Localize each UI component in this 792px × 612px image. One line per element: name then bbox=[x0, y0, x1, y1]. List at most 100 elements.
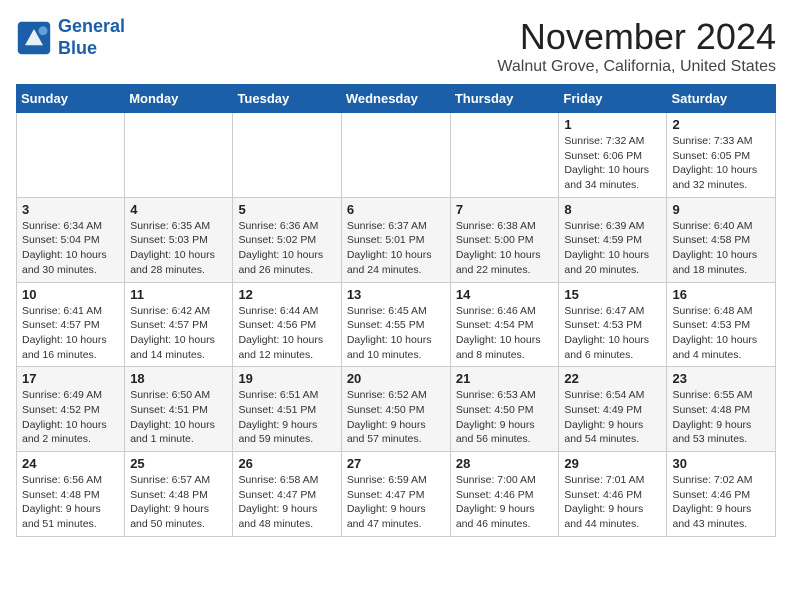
calendar-cell: 10 Sunrise: 6:41 AM Sunset: 4:57 PM Dayli… bbox=[17, 282, 125, 367]
day-number: 2 bbox=[672, 117, 770, 132]
location-title: Walnut Grove, California, United States bbox=[497, 58, 776, 76]
day-number: 20 bbox=[347, 371, 445, 386]
calendar-cell: 5Sunrise: 6:36 AM Sunset: 5:02 PM Daylig… bbox=[233, 197, 341, 282]
calendar-cell: 11Sunrise: 6:42 AM Sunset: 4:57 PM Dayli… bbox=[125, 282, 233, 367]
day-info: Sunrise: 6:47 AM Sunset: 4:53 PM Dayligh… bbox=[564, 304, 661, 363]
calendar-cell: 30 Sunrise: 7:02 AM Sunset: 4:46 PM Dayli… bbox=[667, 452, 776, 537]
day-info: Sunrise: 7:01 AM Sunset: 4:46 PM Dayligh… bbox=[564, 473, 661, 532]
day-number: 13 bbox=[347, 287, 445, 302]
day-number: 16 bbox=[672, 287, 770, 302]
day-info: Sunrise: 6:53 AM Sunset: 4:50 PM Dayligh… bbox=[456, 388, 554, 447]
day-number: 1 bbox=[564, 117, 661, 132]
day-number: 28 bbox=[456, 456, 554, 471]
title-block: November 2024 Walnut Grove, California, … bbox=[497, 16, 776, 76]
calendar-cell: 12 Sunrise: 6:44 AM Sunset: 4:56 PM Dayli… bbox=[233, 282, 341, 367]
day-number: 4 bbox=[130, 202, 227, 217]
calendar-cell bbox=[125, 113, 233, 198]
weekday-header-tuesday: Tuesday bbox=[233, 85, 341, 113]
header: General Blue November 2024 Walnut Grove,… bbox=[16, 16, 776, 76]
day-info: Sunrise: 6:40 AM Sunset: 4:58 PM Dayligh… bbox=[672, 219, 770, 278]
calendar-cell bbox=[17, 113, 125, 198]
day-info: Sunrise: 6:38 AM Sunset: 5:00 PM Dayligh… bbox=[456, 219, 554, 278]
calendar-cell: 4 Sunrise: 6:35 AM Sunset: 5:03 PM Daylig… bbox=[125, 197, 233, 282]
day-number: 24 bbox=[22, 456, 119, 471]
day-info: Sunrise: 6:57 AM Sunset: 4:48 PM Dayligh… bbox=[130, 473, 227, 532]
day-number: 5 bbox=[238, 202, 335, 217]
day-info: Sunrise: 6:52 AM Sunset: 4:50 PM Dayligh… bbox=[347, 388, 445, 447]
day-info: Sunrise: 6:48 AM Sunset: 4:53 PM Dayligh… bbox=[672, 304, 770, 363]
calendar-cell: 15 Sunrise: 6:47 AM Sunset: 4:53 PM Dayli… bbox=[559, 282, 667, 367]
day-number: 30 bbox=[672, 456, 770, 471]
day-number: 19 bbox=[238, 371, 335, 386]
week-row-5: 24 Sunrise: 6:56 AM Sunset: 4:48 PM Dayli… bbox=[17, 452, 776, 537]
weekday-header-wednesday: Wednesday bbox=[341, 85, 450, 113]
week-row-2: 3 Sunrise: 6:34 AM Sunset: 5:04 PM Daylig… bbox=[17, 197, 776, 282]
logo: General Blue bbox=[16, 16, 125, 59]
logo-text: General Blue bbox=[58, 16, 125, 59]
day-number: 29 bbox=[564, 456, 661, 471]
calendar-cell: 17 Sunrise: 6:49 AM Sunset: 4:52 PM Dayli… bbox=[17, 367, 125, 452]
day-info: Sunrise: 6:55 AM Sunset: 4:48 PM Dayligh… bbox=[672, 388, 770, 447]
day-info: Sunrise: 6:37 AM Sunset: 5:01 PM Dayligh… bbox=[347, 219, 445, 278]
day-info: Sunrise: 6:45 AM Sunset: 4:55 PM Dayligh… bbox=[347, 304, 445, 363]
day-number: 10 bbox=[22, 287, 119, 302]
day-number: 9 bbox=[672, 202, 770, 217]
calendar-cell: 20 Sunrise: 6:52 AM Sunset: 4:50 PM Dayli… bbox=[341, 367, 450, 452]
day-number: 12 bbox=[238, 287, 335, 302]
calendar-cell: 3 Sunrise: 6:34 AM Sunset: 5:04 PM Daylig… bbox=[17, 197, 125, 282]
calendar-cell: 16 Sunrise: 6:48 AM Sunset: 4:53 PM Dayli… bbox=[667, 282, 776, 367]
calendar-cell: 29 Sunrise: 7:01 AM Sunset: 4:46 PM Dayli… bbox=[559, 452, 667, 537]
day-number: 7 bbox=[456, 202, 554, 217]
day-number: 15 bbox=[564, 287, 661, 302]
weekday-header-saturday: Saturday bbox=[667, 85, 776, 113]
day-info: Sunrise: 6:34 AM Sunset: 5:04 PM Dayligh… bbox=[22, 219, 119, 278]
calendar-cell: 25 Sunrise: 6:57 AM Sunset: 4:48 PM Dayli… bbox=[125, 452, 233, 537]
calendar-cell: 19 Sunrise: 6:51 AM Sunset: 4:51 PM Dayli… bbox=[233, 367, 341, 452]
weekday-header-monday: Monday bbox=[125, 85, 233, 113]
calendar-cell: 1 Sunrise: 7:32 AM Sunset: 6:06 PM Daylig… bbox=[559, 113, 667, 198]
calendar-cell: 7 Sunrise: 6:38 AM Sunset: 5:00 PM Daylig… bbox=[450, 197, 559, 282]
day-info: Sunrise: 6:41 AM Sunset: 4:57 PM Dayligh… bbox=[22, 304, 119, 363]
day-info: Sunrise: 7:02 AM Sunset: 4:46 PM Dayligh… bbox=[672, 473, 770, 532]
calendar-cell: 26 Sunrise: 6:58 AM Sunset: 4:47 PM Dayli… bbox=[233, 452, 341, 537]
calendar-cell bbox=[450, 113, 559, 198]
day-info: Sunrise: 6:58 AM Sunset: 4:47 PM Dayligh… bbox=[238, 473, 335, 532]
week-row-1: 1 Sunrise: 7:32 AM Sunset: 6:06 PM Daylig… bbox=[17, 113, 776, 198]
day-number: 14 bbox=[456, 287, 554, 302]
day-number: 11 bbox=[130, 287, 227, 302]
calendar-cell: 22Sunrise: 6:54 AM Sunset: 4:49 PM Dayli… bbox=[559, 367, 667, 452]
day-number: 3 bbox=[22, 202, 119, 217]
weekday-header-row: SundayMondayTuesdayWednesdayThursdayFrid… bbox=[17, 85, 776, 113]
day-info: Sunrise: 6:51 AM Sunset: 4:51 PM Dayligh… bbox=[238, 388, 335, 447]
calendar-cell: 14Sunrise: 6:46 AM Sunset: 4:54 PM Dayli… bbox=[450, 282, 559, 367]
calendar-cell bbox=[341, 113, 450, 198]
calendar-cell: 6 Sunrise: 6:37 AM Sunset: 5:01 PM Daylig… bbox=[341, 197, 450, 282]
calendar-cell bbox=[233, 113, 341, 198]
day-info: Sunrise: 6:50 AM Sunset: 4:51 PM Dayligh… bbox=[130, 388, 227, 447]
day-info: Sunrise: 6:44 AM Sunset: 4:56 PM Dayligh… bbox=[238, 304, 335, 363]
day-number: 17 bbox=[22, 371, 119, 386]
logo-line1: General bbox=[58, 16, 125, 36]
day-number: 18 bbox=[130, 371, 227, 386]
day-info: Sunrise: 7:33 AM Sunset: 6:05 PM Dayligh… bbox=[672, 134, 770, 193]
day-info: Sunrise: 6:49 AM Sunset: 4:52 PM Dayligh… bbox=[22, 388, 119, 447]
day-info: Sunrise: 7:00 AM Sunset: 4:46 PM Dayligh… bbox=[456, 473, 554, 532]
calendar-cell: 2 Sunrise: 7:33 AM Sunset: 6:05 PM Daylig… bbox=[667, 113, 776, 198]
day-info: Sunrise: 6:35 AM Sunset: 5:03 PM Dayligh… bbox=[130, 219, 227, 278]
day-info: Sunrise: 7:32 AM Sunset: 6:06 PM Dayligh… bbox=[564, 134, 661, 193]
day-info: Sunrise: 6:39 AM Sunset: 4:59 PM Dayligh… bbox=[564, 219, 661, 278]
calendar-cell: 9 Sunrise: 6:40 AM Sunset: 4:58 PM Daylig… bbox=[667, 197, 776, 282]
month-title: November 2024 bbox=[497, 16, 776, 58]
day-number: 25 bbox=[130, 456, 227, 471]
day-number: 21 bbox=[456, 371, 554, 386]
day-info: Sunrise: 6:56 AM Sunset: 4:48 PM Dayligh… bbox=[22, 473, 119, 532]
calendar-header: SundayMondayTuesdayWednesdayThursdayFrid… bbox=[17, 85, 776, 113]
weekday-header-thursday: Thursday bbox=[450, 85, 559, 113]
weekday-header-sunday: Sunday bbox=[17, 85, 125, 113]
calendar-cell: 28 Sunrise: 7:00 AM Sunset: 4:46 PM Dayli… bbox=[450, 452, 559, 537]
week-row-4: 17 Sunrise: 6:49 AM Sunset: 4:52 PM Dayli… bbox=[17, 367, 776, 452]
day-number: 27 bbox=[347, 456, 445, 471]
day-number: 6 bbox=[347, 202, 445, 217]
day-number: 26 bbox=[238, 456, 335, 471]
day-number: 22 bbox=[564, 371, 661, 386]
